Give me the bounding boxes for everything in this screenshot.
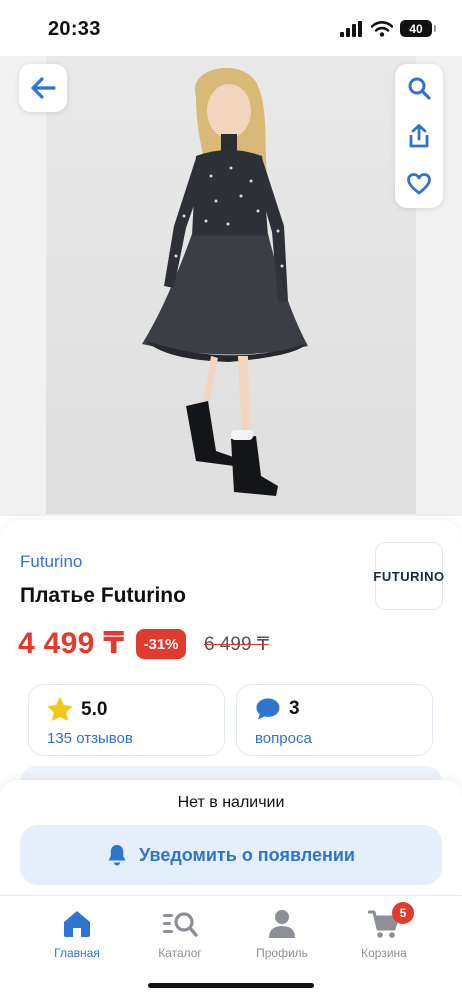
search-button[interactable]: [395, 64, 443, 112]
old-price: 6 499 ₸: [204, 634, 269, 655]
reviews-count[interactable]: 135 отзывов: [47, 730, 133, 747]
status-icons: 40: [340, 20, 436, 37]
questions-card[interactable]: 3 вопроса: [236, 684, 433, 756]
tab-catalog[interactable]: Каталог: [134, 908, 226, 960]
search-icon: [408, 77, 431, 100]
tab-cart-label: Корзина: [361, 946, 407, 960]
product-gallery[interactable]: [0, 56, 462, 553]
status-bar: 20:33 40: [0, 0, 462, 56]
heart-icon: [407, 173, 431, 195]
battery-indicator: 40: [400, 20, 436, 37]
brand-link[interactable]: Futurino: [20, 552, 82, 572]
tab-profile[interactable]: Профиль: [236, 908, 328, 960]
catalog-search-icon: [163, 912, 198, 937]
tab-cart[interactable]: 5 Корзина: [338, 902, 430, 960]
discount-text: -31%: [143, 635, 179, 653]
tab-home-label: Главная: [54, 946, 100, 960]
profile-icon: [269, 910, 295, 938]
wifi-icon: [371, 20, 393, 37]
arrow-left-icon: [31, 77, 56, 99]
tab-profile-label: Профиль: [256, 946, 308, 960]
notify-label: Уведомить о появлении: [139, 844, 355, 865]
status-time: 20:33: [48, 18, 101, 40]
current-price: 4 499 ₸: [18, 627, 125, 660]
product-photo[interactable]: [46, 56, 416, 514]
questions-count: 3: [289, 698, 300, 719]
home-icon: [64, 911, 90, 937]
questions-label[interactable]: вопроса: [255, 730, 312, 747]
home-indicator: [148, 983, 314, 988]
share-icon: [409, 124, 429, 148]
rating-card[interactable]: 5.0 135 отзывов: [28, 684, 225, 756]
share-button[interactable]: [395, 112, 443, 160]
tab-catalog-label: Каталог: [158, 946, 202, 960]
brand-logo[interactable]: FUTURINO: [373, 542, 445, 610]
star-icon: [47, 697, 73, 721]
rating-value: 5.0: [81, 698, 108, 720]
notify-button[interactable]: Уведомить о появлении: [20, 825, 442, 885]
availability-status: Нет в наличии: [177, 794, 285, 811]
product-photo-illustration: [142, 67, 308, 496]
tab-home[interactable]: Главная: [31, 908, 123, 960]
brand-logo-text: FUTURINO: [373, 568, 445, 584]
chat-bubble-icon: [256, 698, 280, 720]
cart-badge: 5: [392, 902, 414, 924]
cellular-signal-icon: [340, 20, 362, 37]
battery-level: 40: [409, 21, 423, 36]
product-title: Платье Futurino: [20, 584, 186, 607]
bell-icon: [108, 845, 126, 866]
product-actions: [395, 64, 443, 208]
discount-badge: -31%: [136, 629, 186, 659]
back-button[interactable]: [19, 64, 67, 112]
favorite-button[interactable]: [395, 160, 443, 208]
